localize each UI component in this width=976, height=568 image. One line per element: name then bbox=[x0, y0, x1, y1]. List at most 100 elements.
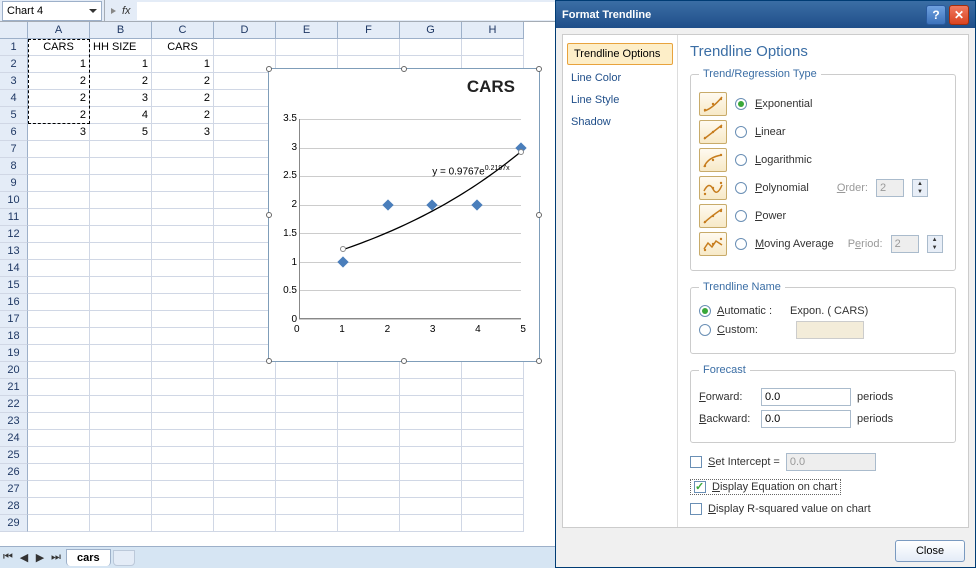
cell[interactable] bbox=[214, 124, 276, 141]
cell[interactable] bbox=[276, 447, 338, 464]
cell[interactable] bbox=[214, 73, 276, 90]
cell[interactable] bbox=[214, 396, 276, 413]
column-header[interactable]: B bbox=[90, 22, 152, 39]
name-automatic-radio[interactable] bbox=[699, 305, 711, 317]
cell[interactable] bbox=[28, 311, 90, 328]
cell[interactable] bbox=[400, 396, 462, 413]
cell[interactable] bbox=[214, 141, 276, 158]
cell[interactable] bbox=[90, 379, 152, 396]
row-header[interactable]: 25 bbox=[0, 447, 28, 464]
expand-icon[interactable] bbox=[111, 8, 116, 14]
cell[interactable]: 3 bbox=[28, 124, 90, 141]
row-header[interactable]: 9 bbox=[0, 175, 28, 192]
power-radio[interactable] bbox=[735, 210, 747, 222]
cell[interactable] bbox=[214, 90, 276, 107]
select-all-corner[interactable] bbox=[0, 22, 28, 39]
cell[interactable] bbox=[28, 379, 90, 396]
cell[interactable] bbox=[276, 430, 338, 447]
cell[interactable]: HH SIZE bbox=[90, 39, 152, 56]
cell[interactable] bbox=[462, 362, 524, 379]
cell[interactable] bbox=[276, 464, 338, 481]
tab-nav-last-icon[interactable]: ⏭ bbox=[48, 550, 64, 566]
cell[interactable]: 2 bbox=[152, 107, 214, 124]
tab-nav-next-icon[interactable]: ▶ bbox=[32, 550, 48, 566]
cell[interactable] bbox=[214, 498, 276, 515]
cell[interactable] bbox=[152, 464, 214, 481]
cell[interactable] bbox=[338, 396, 400, 413]
cell[interactable]: 4 bbox=[90, 107, 152, 124]
cell[interactable] bbox=[90, 209, 152, 226]
cell[interactable] bbox=[462, 447, 524, 464]
power-icon[interactable] bbox=[699, 204, 727, 228]
cell[interactable] bbox=[338, 413, 400, 430]
cell[interactable]: 3 bbox=[90, 90, 152, 107]
cell[interactable] bbox=[152, 345, 214, 362]
cell[interactable] bbox=[90, 192, 152, 209]
cell[interactable] bbox=[400, 464, 462, 481]
cell[interactable] bbox=[28, 413, 90, 430]
cell[interactable] bbox=[214, 260, 276, 277]
cell[interactable] bbox=[462, 413, 524, 430]
cell[interactable] bbox=[214, 464, 276, 481]
trendline-endpoint[interactable] bbox=[340, 246, 346, 252]
row-header[interactable]: 7 bbox=[0, 141, 28, 158]
chart-handle[interactable] bbox=[266, 66, 272, 72]
cell[interactable] bbox=[90, 141, 152, 158]
cell[interactable] bbox=[152, 175, 214, 192]
cell[interactable] bbox=[90, 447, 152, 464]
name-box[interactable]: Chart 4 bbox=[2, 1, 102, 21]
cell[interactable] bbox=[152, 498, 214, 515]
cell[interactable] bbox=[90, 277, 152, 294]
chart-handle[interactable] bbox=[401, 66, 407, 72]
row-header[interactable]: 2 bbox=[0, 56, 28, 73]
cell[interactable] bbox=[214, 39, 276, 56]
fx-label[interactable]: fx bbox=[122, 5, 131, 17]
cell[interactable] bbox=[214, 175, 276, 192]
cell[interactable] bbox=[338, 362, 400, 379]
polynomial-radio[interactable] bbox=[735, 182, 747, 194]
row-header[interactable]: 6 bbox=[0, 124, 28, 141]
cell[interactable] bbox=[338, 481, 400, 498]
name-box-dropdown-icon[interactable] bbox=[89, 9, 97, 13]
backward-input[interactable] bbox=[761, 410, 851, 428]
row-header[interactable]: 19 bbox=[0, 345, 28, 362]
cell[interactable] bbox=[28, 345, 90, 362]
tab-nav-first-icon[interactable]: ⏮ bbox=[0, 550, 16, 566]
cell[interactable] bbox=[152, 328, 214, 345]
cell[interactable] bbox=[214, 328, 276, 345]
column-header[interactable]: H bbox=[462, 22, 524, 39]
close-button[interactable]: Close bbox=[895, 540, 965, 562]
row-header[interactable]: 8 bbox=[0, 158, 28, 175]
cell[interactable]: 2 bbox=[28, 73, 90, 90]
polynomial-icon[interactable] bbox=[699, 176, 727, 200]
cell[interactable] bbox=[28, 430, 90, 447]
cell[interactable] bbox=[28, 175, 90, 192]
row-header[interactable]: 29 bbox=[0, 515, 28, 532]
cell[interactable] bbox=[28, 498, 90, 515]
cell[interactable] bbox=[338, 498, 400, 515]
cell[interactable] bbox=[462, 396, 524, 413]
cell[interactable] bbox=[214, 158, 276, 175]
cell[interactable] bbox=[90, 481, 152, 498]
chart-handle[interactable] bbox=[401, 358, 407, 364]
nav-shadow[interactable]: Shadow bbox=[563, 111, 677, 133]
cell[interactable] bbox=[462, 515, 524, 532]
nav-line-color[interactable]: Line Color bbox=[563, 67, 677, 89]
cell[interactable]: CARS bbox=[152, 39, 214, 56]
row-header[interactable]: 3 bbox=[0, 73, 28, 90]
row-header[interactable]: 12 bbox=[0, 226, 28, 243]
sheet-tab-cars[interactable]: cars bbox=[66, 549, 111, 566]
new-sheet-icon[interactable] bbox=[113, 550, 135, 566]
cell[interactable] bbox=[28, 328, 90, 345]
row-header[interactable]: 27 bbox=[0, 481, 28, 498]
cell[interactable] bbox=[90, 294, 152, 311]
cell[interactable] bbox=[214, 362, 276, 379]
cell[interactable] bbox=[276, 39, 338, 56]
cell[interactable] bbox=[90, 515, 152, 532]
cell[interactable] bbox=[152, 396, 214, 413]
cell[interactable] bbox=[214, 277, 276, 294]
cell[interactable] bbox=[90, 311, 152, 328]
cell[interactable] bbox=[152, 447, 214, 464]
chart-title[interactable]: CARS bbox=[269, 69, 539, 97]
cell[interactable] bbox=[28, 362, 90, 379]
